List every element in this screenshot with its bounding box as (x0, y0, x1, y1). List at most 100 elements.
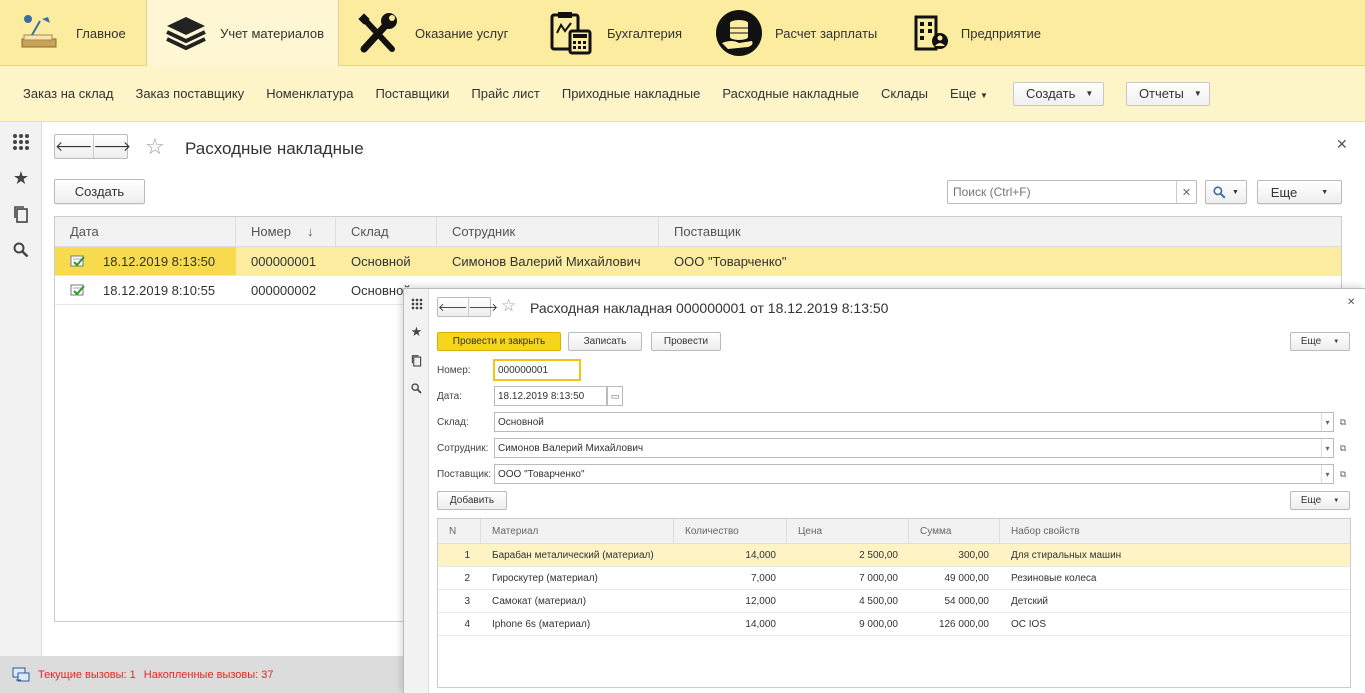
cell-properties: Резиновые колеса (1011, 572, 1097, 584)
number-field[interactable]: 000000001 (493, 359, 581, 381)
create-menu-button[interactable]: Создать ▼ (1012, 81, 1104, 106)
cell-material: Iphone 6s (материал) (492, 618, 591, 630)
post-and-close-button[interactable]: Провести и закрыть (437, 332, 561, 351)
monitor-icon[interactable] (12, 667, 30, 683)
col-label: Цена (798, 525, 823, 537)
command-bar: Заказ на склад Заказ поставщику Номенкла… (0, 66, 1365, 122)
dropdown-arrow-icon[interactable]: ▾ (1321, 413, 1333, 431)
section-services[interactable]: Оказание услуг (339, 0, 531, 66)
more-button[interactable]: Еще ▼ (1290, 332, 1350, 351)
cell-date: 18.12.2019 8:13:50 (55, 247, 236, 275)
date-field[interactable]: 18.12.2019 8:13:50 (494, 386, 607, 406)
apps-grid-icon[interactable] (404, 290, 429, 318)
warehouse-value: Основной (498, 416, 544, 428)
cmd-supplier-order[interactable]: Заказ поставщику (124, 86, 255, 101)
more-button[interactable]: Еще ▼ (1257, 180, 1342, 204)
col-price[interactable]: Цена (787, 519, 909, 543)
section-main[interactable]: Главное (0, 0, 146, 66)
cmd-nomenclature[interactable]: Номенклатура (255, 86, 364, 101)
chevron-down-icon: ▼ (1321, 188, 1329, 196)
col-n[interactable]: N (438, 519, 481, 543)
add-row-button[interactable]: Добавить (437, 491, 507, 510)
table-row[interactable]: 4 Iphone 6s (материал) 14,000 9 000,00 1… (438, 613, 1350, 636)
close-icon[interactable]: ✕ (1347, 297, 1355, 308)
favorites-star-icon[interactable]: ★ (0, 160, 42, 196)
clear-icon[interactable]: ✕ (1176, 181, 1196, 203)
cell-price: 2 500,00 (859, 549, 898, 561)
history-icon[interactable] (0, 196, 42, 232)
section-salary[interactable]: Расчет зарплаты (699, 0, 895, 66)
calendar-icon[interactable]: ▭ (607, 386, 623, 406)
post-button[interactable]: Провести (651, 332, 721, 351)
section-materials[interactable]: Учет материалов (146, 0, 339, 66)
open-link-icon[interactable]: ⧉ (1336, 464, 1350, 484)
favorite-star-icon[interactable]: ☆ (501, 296, 516, 316)
col-warehouse[interactable]: Склад (336, 217, 437, 246)
cell-n: 4 (464, 618, 470, 630)
table-more-button[interactable]: Еще ▼ (1290, 491, 1350, 510)
date-value: 18.12.2019 8:13:50 (498, 390, 585, 402)
col-properties[interactable]: Набор свойств (1000, 519, 1350, 543)
cell-number: 000000002 (251, 282, 317, 298)
accumulated-calls[interactable]: Накопленные вызовы: 37 (144, 669, 274, 681)
table-row[interactable]: 2 Гироскутер (материал) 7,000 7 000,00 4… (438, 567, 1350, 590)
create-button[interactable]: Создать (54, 179, 145, 204)
cmd-warehouse-order[interactable]: Заказ на склад (12, 86, 124, 101)
back-arrow-icon[interactable]: 🡐 (55, 135, 94, 158)
section-label: Главное (76, 25, 126, 41)
col-sum[interactable]: Сумма (909, 519, 1000, 543)
cell-price: 9 000,00 (859, 618, 898, 630)
cell-properties: ОС IOS (1011, 618, 1047, 630)
supplier-field[interactable]: ООО "Товарченко" ▾ (494, 464, 1334, 484)
date-label: Дата: (437, 391, 462, 402)
search-field: ✕ (947, 180, 1197, 204)
sections-panel: Главное Учет материалов Оказание услуг Б… (0, 0, 1365, 66)
cmd-warehouses[interactable]: Склады (870, 86, 939, 101)
current-calls[interactable]: Текущие вызовы: 1 (38, 669, 136, 681)
col-quantity[interactable]: Количество (674, 519, 787, 543)
cmd-outgoing-invoices[interactable]: Расходные накладные (711, 86, 870, 101)
search-options-button[interactable]: ▼ (1205, 180, 1247, 204)
apps-grid-icon[interactable] (0, 124, 42, 160)
table-row[interactable]: 1 Барабан металический (материал) 14,000… (438, 544, 1350, 567)
cell-sum: 54 000,00 (944, 595, 990, 607)
employee-field[interactable]: Симонов Валерий Михайлович ▾ (494, 438, 1334, 458)
table-row[interactable]: 18.12.2019 8:13:50 000000001 Основной Си… (55, 247, 1341, 276)
cmd-incoming-invoices[interactable]: Приходные накладные (551, 86, 711, 101)
col-number[interactable]: Номер ↓ (236, 217, 336, 246)
dropdown-arrow-icon[interactable]: ▾ (1321, 439, 1333, 457)
col-date[interactable]: Дата (55, 217, 236, 246)
calculator-icon (543, 8, 599, 58)
materials-table: N Материал Количество Цена Сумма Набор с… (437, 518, 1351, 688)
posted-document-icon (70, 255, 85, 267)
warehouse-field[interactable]: Основной ▾ (494, 412, 1334, 432)
search-input[interactable] (948, 181, 1176, 203)
cell-quantity: 14,000 (745, 549, 776, 561)
cell-material: Самокат (материал) (492, 595, 587, 607)
col-employee[interactable]: Сотрудник (437, 217, 659, 246)
cmd-suppliers[interactable]: Поставщики (364, 86, 460, 101)
save-button[interactable]: Записать (568, 332, 642, 351)
table-row[interactable]: 3 Самокат (материал) 12,000 4 500,00 54 … (438, 590, 1350, 613)
search-icon[interactable] (404, 374, 429, 402)
section-accounting[interactable]: Бухгалтерия (531, 0, 699, 66)
search-icon (1213, 185, 1226, 198)
col-supplier[interactable]: Поставщик (659, 217, 1341, 246)
search-icon[interactable] (0, 232, 42, 268)
close-icon[interactable]: ✕ (1336, 136, 1348, 153)
forward-arrow-icon[interactable]: 🡒 (469, 298, 499, 316)
cmd-price-list[interactable]: Прайс лист (460, 86, 550, 101)
reports-menu-button[interactable]: Отчеты ▼ (1125, 81, 1210, 106)
favorite-star-icon[interactable]: ☆ (145, 134, 165, 160)
open-link-icon[interactable]: ⧉ (1336, 412, 1350, 432)
dropdown-arrow-icon[interactable]: ▾ (1321, 465, 1333, 483)
history-icon[interactable] (404, 346, 429, 374)
open-link-icon[interactable]: ⧉ (1336, 438, 1350, 458)
cmd-more[interactable]: Еще ▼ (939, 86, 999, 101)
col-material[interactable]: Материал (481, 519, 674, 543)
favorites-star-icon[interactable]: ★ (404, 318, 429, 346)
cell-price: 7 000,00 (859, 572, 898, 584)
forward-arrow-icon[interactable]: 🡒 (94, 135, 132, 158)
back-arrow-icon[interactable]: 🡐 (438, 298, 469, 316)
section-enterprise[interactable]: Предприятие (895, 0, 1055, 66)
